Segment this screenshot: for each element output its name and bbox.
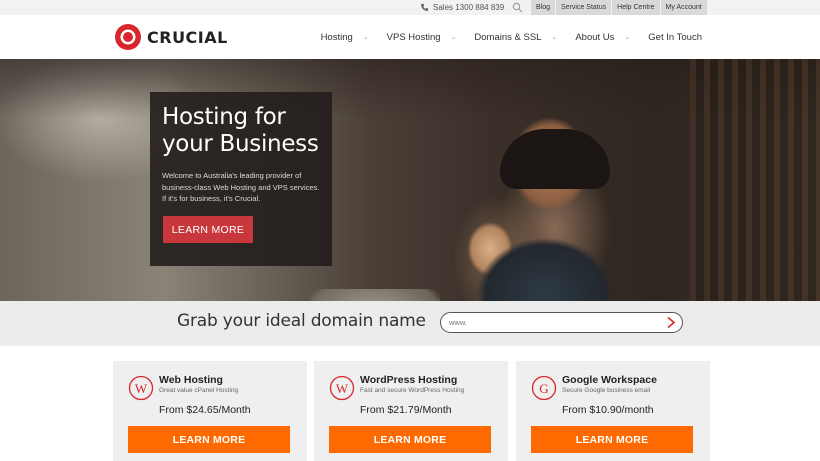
nav-get-in-touch-label: Get In Touch: [648, 31, 702, 43]
product-subtitle: Fast and secure WordPress Hosting: [360, 387, 465, 394]
product-title: Web Hosting: [159, 374, 223, 386]
product-card-wordpress-hosting: W WordPress Hosting Fast and secure Word…: [314, 361, 508, 461]
nav-domains-ssl[interactable]: Domains & SSL ⌄: [474, 32, 557, 43]
product-cards: W Web Hosting Great value cPanel Hosting…: [0, 346, 820, 461]
chevron-down-icon: ⌄: [624, 34, 631, 41]
crucial-logo[interactable]: CRUCIAL: [113, 23, 228, 51]
product-card-web-hosting: W Web Hosting Great value cPanel Hosting…: [113, 361, 307, 461]
phone-icon: [421, 3, 429, 11]
wordpress-icon: W: [329, 375, 355, 401]
nav-hosting[interactable]: Hosting ⌄: [321, 32, 369, 43]
hero-title-line1: Hosting for: [162, 104, 286, 130]
product-price: From $24.65/Month: [159, 404, 251, 416]
hero-learn-more-button[interactable]: LEARN MORE: [163, 216, 253, 243]
logo-text: CRUCIAL: [147, 27, 228, 47]
main-nav: Hosting ⌄ VPS Hosting ⌄ Domains & SSL ⌄ …: [303, 15, 702, 59]
product-card-google-workspace: G Google Workspace Secure Google busines…: [516, 361, 710, 461]
nav-domains-ssl-label: Domains & SSL: [474, 31, 542, 43]
hero-panel: Hosting for your Business Welcome to Aus…: [150, 92, 332, 266]
domain-search-box: [440, 312, 683, 333]
domain-search-heading: Grab your ideal domain name: [177, 311, 426, 331]
web-hosting-learn-more-button[interactable]: LEARN MORE: [128, 426, 290, 453]
help-centre-link[interactable]: Help Centre: [612, 0, 660, 15]
nav-get-in-touch[interactable]: Get In Touch: [648, 32, 702, 43]
product-title: Google Workspace: [562, 374, 657, 386]
product-price: From $10.90/month: [562, 404, 654, 416]
my-account-link[interactable]: My Account: [660, 0, 707, 15]
chevron-right-icon[interactable]: [665, 316, 677, 329]
hero-title: Hosting for your Business: [162, 104, 320, 158]
hero-photo-shelves: [690, 59, 820, 301]
product-subtitle: Great value cPanel Hosting: [159, 387, 239, 394]
domain-search-input[interactable]: [449, 315, 659, 330]
hero-description: Welcome to Australia's leading provider …: [162, 171, 320, 203]
chevron-down-icon: ⌄: [450, 34, 457, 41]
nav-vps-hosting[interactable]: VPS Hosting ⌄: [387, 32, 457, 43]
product-price: From $21.79/Month: [360, 404, 452, 416]
utility-bar: Sales 1300 884 839 Blog Service Status H…: [0, 0, 820, 15]
blog-link[interactable]: Blog: [531, 0, 556, 15]
chevron-down-icon: ⌄: [362, 34, 369, 41]
site-header: CRUCIAL Hosting ⌄ VPS Hosting ⌄ Domains …: [0, 15, 820, 59]
hero-photo-coffee-machine: [310, 289, 440, 301]
nav-about-us[interactable]: About Us ⌄: [575, 32, 630, 43]
product-subtitle: Secure Google business email: [562, 387, 651, 394]
google-icon: G: [531, 375, 557, 401]
product-title: WordPress Hosting: [360, 374, 458, 386]
svg-text:W: W: [135, 381, 148, 396]
domain-search-section: Grab your ideal domain name: [0, 301, 820, 346]
hero-photo-barista-man: [455, 79, 625, 301]
wordpress-icon: W: [128, 375, 154, 401]
hero-photo-hair: [500, 129, 610, 189]
hero-title-line2: your Business: [162, 131, 319, 157]
crucial-logo-icon: [115, 24, 141, 50]
google-workspace-learn-more-button[interactable]: LEARN MORE: [531, 426, 693, 453]
wordpress-hosting-learn-more-button[interactable]: LEARN MORE: [329, 426, 491, 453]
svg-text:G: G: [539, 381, 548, 396]
nav-hosting-label: Hosting: [320, 31, 353, 43]
service-status-link[interactable]: Service Status: [556, 0, 612, 15]
nav-about-us-label: About Us: [575, 31, 615, 43]
hero-banner: Hosting for your Business Welcome to Aus…: [0, 59, 820, 301]
sales-phone-label: Sales 1300 884 839: [433, 3, 505, 12]
search-icon[interactable]: [512, 2, 523, 13]
sales-phone[interactable]: Sales 1300 884 839: [420, 2, 504, 13]
chevron-down-icon: ⌄: [551, 34, 558, 41]
nav-vps-hosting-label: VPS Hosting: [386, 31, 441, 43]
svg-text:W: W: [336, 381, 349, 396]
